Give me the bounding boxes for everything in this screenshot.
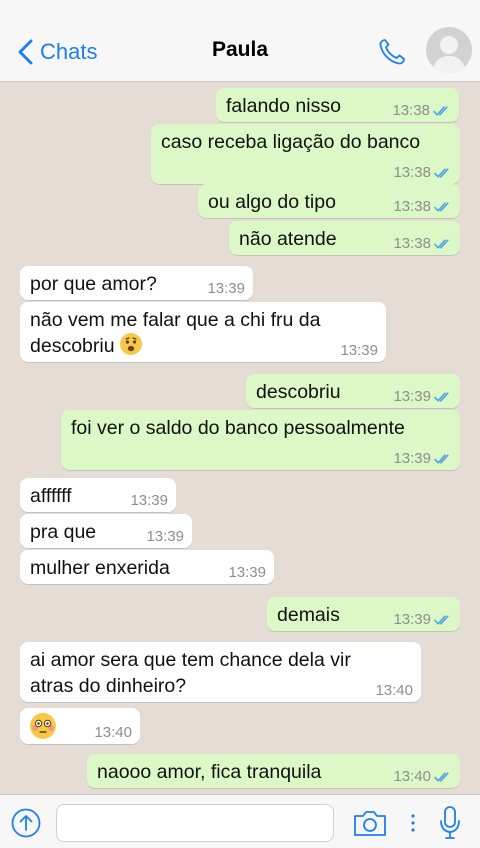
message-text: caso receba ligação do banco <box>161 131 421 153</box>
message-text: falando nisso <box>226 95 341 117</box>
message-incoming[interactable]: pra que 13:39 <box>20 514 192 548</box>
camera-icon[interactable] <box>352 808 388 838</box>
more-dots-icon[interactable] <box>410 812 416 834</box>
message-outgoing[interactable]: foi ver o saldo do banco pessoalmente 13… <box>61 410 460 470</box>
message-text: pra que <box>30 521 97 543</box>
message-meta: 13:40 <box>393 768 452 785</box>
message-meta: 13:38 <box>393 198 452 215</box>
message-incoming[interactable]: não vem me falar que a chi fru da descob… <box>20 302 386 362</box>
read-ticks-icon <box>434 238 452 250</box>
navigation-bar: Chats Paula <box>0 0 480 82</box>
message-meta: 13:38 <box>393 235 452 252</box>
read-ticks-icon <box>434 771 452 783</box>
read-ticks-icon <box>433 105 451 117</box>
message-meta: 13:39 <box>130 492 168 509</box>
message-meta: 13:38 <box>392 102 451 119</box>
message-text-line: atras do dinheiro? <box>30 675 187 697</box>
message-time: 13:39 <box>146 528 184 545</box>
message-text: ai amor sera que tem chance dela vir atr… <box>30 647 351 699</box>
message-outgoing[interactable]: não atende 13:38 <box>229 221 460 255</box>
message-incoming[interactable]: por que amor? 13:39 <box>20 266 253 300</box>
input-toolbar <box>0 794 480 848</box>
message-time: 13:39 <box>228 564 266 581</box>
message-text: ou algo do tipo <box>208 191 336 213</box>
message-incoming[interactable]: mulher enxerida 13:39 <box>20 550 274 584</box>
message-time: 13:40 <box>375 682 413 699</box>
default-avatar-icon <box>432 36 466 73</box>
message-text: foi ver o saldo do banco pessoalmente <box>71 417 405 439</box>
message-outgoing[interactable]: descobriu 13:39 <box>246 374 460 408</box>
avatar[interactable] <box>426 27 472 73</box>
message-time: 13:39 <box>340 342 378 359</box>
message-text: mulher enxerida <box>30 557 170 579</box>
microphone-icon[interactable] <box>438 805 462 841</box>
message-outgoing[interactable]: ou algo do tipo 13:38 <box>198 184 460 218</box>
message-text: affffff <box>30 485 72 507</box>
upload-icon[interactable] <box>10 807 42 839</box>
message-meta: 13:39 <box>340 342 378 359</box>
message-meta: 13:39 <box>228 564 266 581</box>
message-time: 13:39 <box>393 450 431 467</box>
message-text-line: não vem me falar que a chi fru da <box>30 309 321 331</box>
message-list[interactable]: falando nisso 13:38 caso receba ligação … <box>0 82 480 794</box>
message-outgoing[interactable]: caso receba ligação do banco 13:38 <box>151 124 460 184</box>
message-incoming[interactable]: 13:40 <box>20 708 140 744</box>
message-text: não atende <box>239 228 337 250</box>
message-text-line: descobriu <box>30 335 115 357</box>
message-time: 13:40 <box>94 724 132 741</box>
message-text-line: ai amor sera que tem chance dela vir <box>30 649 351 671</box>
message-time: 13:38 <box>393 235 431 252</box>
message-meta: 13:39 <box>207 280 245 297</box>
message-text: demais <box>277 604 340 626</box>
message-outgoing[interactable]: demais 13:39 <box>267 597 460 631</box>
message-time: 13:38 <box>393 198 431 215</box>
message-meta: 13:40 <box>94 724 132 741</box>
message-input[interactable] <box>56 804 334 842</box>
message-time: 13:38 <box>392 102 430 119</box>
message-outgoing[interactable]: naooo amor, fica tranquila 13:40 <box>87 754 460 788</box>
message-meta: 13:40 <box>375 682 413 699</box>
read-ticks-icon <box>434 201 452 213</box>
flushed-face-icon <box>30 713 56 739</box>
message-emoji <box>30 713 56 743</box>
message-time: 13:39 <box>393 388 431 405</box>
phone-icon[interactable] <box>376 36 408 68</box>
message-incoming[interactable]: ai amor sera que tem chance dela vir atr… <box>20 642 421 702</box>
message-time: 13:39 <box>207 280 245 297</box>
message-incoming[interactable]: affffff 13:39 <box>20 478 176 512</box>
message-text: por que amor? <box>30 273 157 295</box>
read-ticks-icon <box>434 391 452 403</box>
message-meta: 13:39 <box>393 388 452 405</box>
message-meta: 13:39 <box>146 528 184 545</box>
message-meta: 13:39 <box>393 450 452 467</box>
read-ticks-icon <box>434 167 452 179</box>
message-text: descobriu <box>256 381 341 403</box>
message-text: não vem me falar que a chi fru da descob… <box>30 307 321 359</box>
message-time: 13:39 <box>130 492 168 509</box>
read-ticks-icon <box>434 614 452 626</box>
worried-face-icon <box>119 333 142 355</box>
message-time: 13:39 <box>393 611 431 628</box>
message-time: 13:40 <box>393 768 431 785</box>
read-ticks-icon <box>434 453 452 465</box>
message-time: 13:38 <box>393 164 431 181</box>
contact-name[interactable]: Paula <box>0 38 480 62</box>
message-text: naooo amor, fica tranquila <box>97 761 322 783</box>
message-meta: 13:38 <box>393 164 452 181</box>
message-meta: 13:39 <box>393 611 452 628</box>
message-outgoing[interactable]: falando nisso 13:38 <box>216 88 459 122</box>
